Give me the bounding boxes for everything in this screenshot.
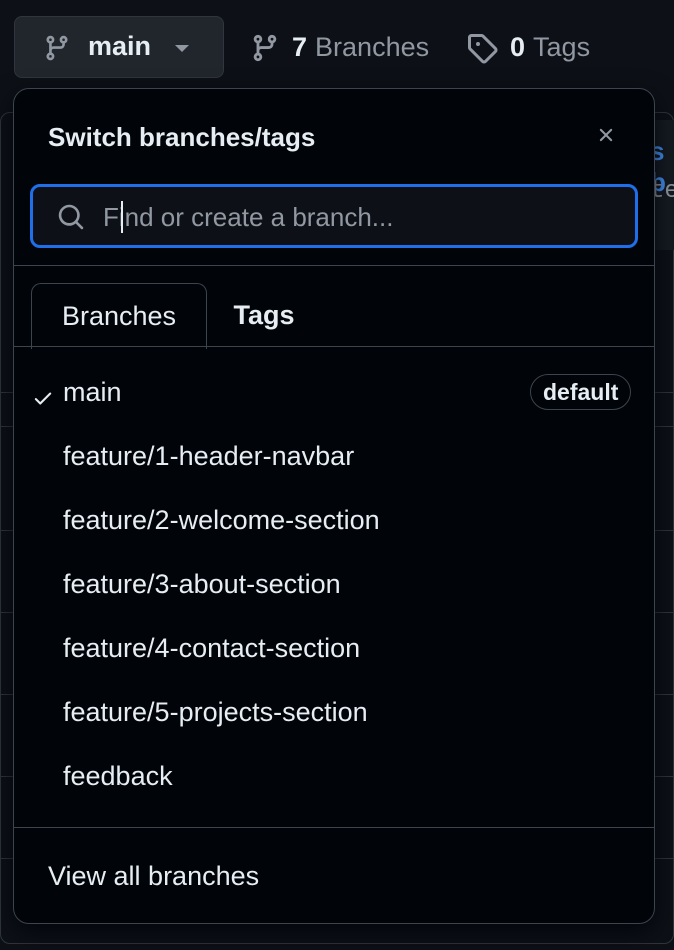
default-badge: default xyxy=(530,374,632,410)
branch-label: feedback xyxy=(63,761,173,791)
tab-branches[interactable]: Branches xyxy=(31,283,207,349)
view-all-branches-link[interactable]: View all branches xyxy=(48,861,259,892)
caret-down-icon xyxy=(175,45,189,52)
branch-label: feature/5-projects-section xyxy=(63,697,368,727)
page: s b te main 7 Branches 0 Tags Switch bra… xyxy=(0,0,674,950)
git-branch-icon xyxy=(253,34,277,61)
text-cursor xyxy=(121,201,123,233)
search-field[interactable] xyxy=(30,184,638,248)
branch-label: feature/3-about-section xyxy=(63,569,341,599)
branch-select-label: main xyxy=(88,31,152,61)
branch-item[interactable]: feature/2-welcome-section xyxy=(14,491,654,555)
divider xyxy=(14,265,654,266)
close-button[interactable] xyxy=(590,119,622,151)
search-input[interactable] xyxy=(101,197,615,237)
dropdown-title: Switch branches/tags xyxy=(48,122,316,152)
check-icon xyxy=(34,392,52,405)
tags-count: 0 xyxy=(510,32,526,62)
tabs-divider xyxy=(14,346,654,347)
branches-label: Branches xyxy=(315,32,430,62)
branch-item[interactable]: feature/4-contact-section xyxy=(14,619,654,683)
tab-tags[interactable]: Tags xyxy=(220,283,308,347)
branch-item[interactable]: feature/5-projects-section xyxy=(14,683,654,747)
branches-count: 7 xyxy=(292,32,308,62)
tags-link[interactable]: 0 Tags xyxy=(466,0,590,95)
tags-label: Tags xyxy=(533,32,591,62)
git-branch-icon xyxy=(46,35,68,61)
branch-item[interactable]: feature/1-header-navbar xyxy=(14,427,654,491)
branch-switcher-dropdown: Switch branches/tags Branches Tags main … xyxy=(13,88,655,924)
branches-link[interactable]: 7 Branches xyxy=(250,0,429,95)
branch-label: main xyxy=(63,377,122,407)
branch-item-main[interactable]: main default xyxy=(14,363,654,427)
branch-label: feature/1-header-navbar xyxy=(63,441,355,471)
footer-divider xyxy=(14,827,654,828)
branch-item[interactable]: feature/3-about-section xyxy=(14,555,654,619)
branch-label: feature/2-welcome-section xyxy=(63,505,380,535)
branch-select-button[interactable]: main xyxy=(14,16,224,78)
branch-item[interactable]: feedback xyxy=(14,747,654,811)
close-icon xyxy=(599,128,613,142)
tag-icon xyxy=(468,33,498,64)
branch-label: feature/4-contact-section xyxy=(63,633,361,663)
search-icon xyxy=(58,204,84,230)
